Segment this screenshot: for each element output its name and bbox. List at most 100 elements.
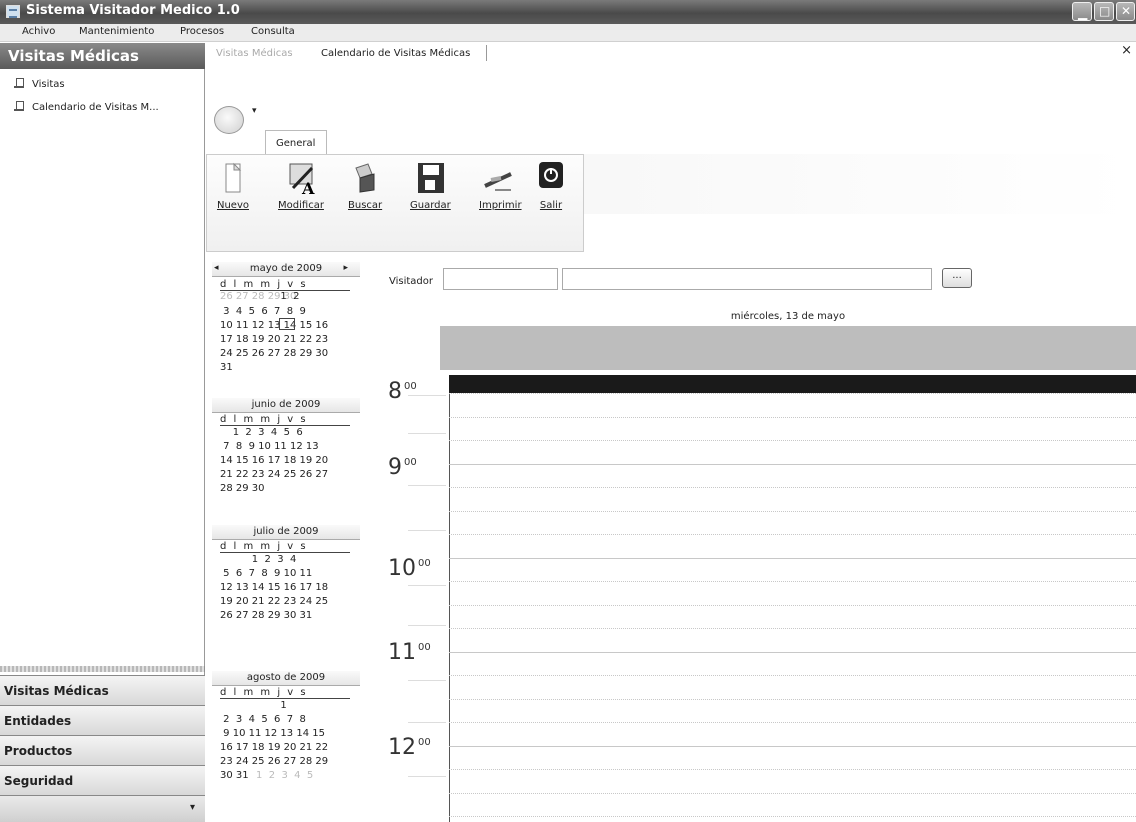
calendar-week[interactable]: 7 8 9 10 11 12 13 bbox=[220, 441, 318, 452]
chevron-left-icon[interactable]: ◂ bbox=[214, 263, 219, 273]
month-header: julio de 2009 bbox=[212, 525, 360, 540]
time-slot-line bbox=[449, 769, 1136, 770]
document-icon bbox=[14, 77, 26, 89]
calendar-week[interactable]: 1 2 3 4 5 6 bbox=[220, 427, 303, 438]
time-gutter-line bbox=[408, 485, 446, 486]
section-seguridad[interactable]: Seguridad bbox=[0, 765, 205, 795]
visitador-name-input[interactable] bbox=[562, 268, 932, 290]
calendar-week[interactable]: 1 2 3 4 bbox=[220, 554, 297, 565]
calendar-week[interactable]: 17 18 19 20 21 22 23 bbox=[220, 334, 328, 345]
search-icon bbox=[348, 160, 382, 196]
calendar-week[interactable]: 26 27 28 29 30 31 bbox=[220, 610, 312, 621]
calendar-week[interactable]: 28 29 30 bbox=[220, 483, 265, 494]
svg-text:A: A bbox=[301, 179, 315, 196]
time-slot-line bbox=[449, 464, 1136, 465]
edit-icon: A bbox=[284, 160, 318, 198]
calendar-week[interactable]: 19 20 21 22 23 24 25 bbox=[220, 596, 328, 607]
calendar-week[interactable]: 16 17 18 19 20 21 22 bbox=[220, 742, 328, 753]
modificar-button[interactable]: A Modificar bbox=[276, 160, 326, 211]
weekday-header: d l m m j v s bbox=[220, 687, 350, 699]
calendar-week[interactable]: 24 25 26 27 28 29 30 bbox=[220, 348, 328, 359]
calendar-week[interactable]: 30 31 bbox=[220, 770, 249, 781]
guardar-button[interactable]: Guardar bbox=[410, 160, 451, 211]
menu-procesos[interactable]: Procesos bbox=[180, 26, 224, 37]
quick-access-dropdown-icon[interactable]: ▾ bbox=[252, 106, 257, 116]
time-gutter-line bbox=[408, 433, 446, 434]
close-button[interactable]: ✕ bbox=[1116, 2, 1135, 21]
ribbon-tab-general[interactable]: General bbox=[265, 130, 327, 155]
menu-mantenimiento[interactable]: Mantenimiento bbox=[79, 26, 154, 37]
time-slot-line bbox=[449, 816, 1136, 817]
tab-calendario[interactable]: Calendario de Visitas Médicas bbox=[321, 48, 470, 59]
time-gutter-line bbox=[408, 680, 446, 681]
time-slot-line bbox=[449, 722, 1136, 723]
calendar-week[interactable]: 1 bbox=[220, 700, 286, 711]
hour-label: 8 00 bbox=[388, 379, 417, 404]
document-icon bbox=[14, 100, 26, 112]
navigation-pane: Visitas Médicas Visitas Calendario de Vi… bbox=[0, 43, 205, 822]
calendar-week[interactable]: 1 2 bbox=[220, 291, 299, 302]
save-icon bbox=[413, 160, 447, 196]
tab-visitas-medicas[interactable]: Visitas Médicas bbox=[216, 48, 293, 59]
calendar-week[interactable]: 14 15 16 17 18 19 20 bbox=[220, 455, 328, 466]
menu-consulta[interactable]: Consulta bbox=[251, 26, 295, 37]
time-slot-line bbox=[449, 605, 1136, 606]
time-slot-line bbox=[449, 581, 1136, 582]
hour-label: 12 00 bbox=[388, 735, 431, 760]
time-gutter-line bbox=[408, 530, 446, 531]
calendar-week[interactable]: 10 11 12 13 14 15 16 bbox=[220, 320, 328, 331]
menu-bar: Achivo Mantenimiento Procesos Consulta bbox=[0, 24, 1136, 42]
chevron-right-icon[interactable]: ▸ bbox=[343, 263, 348, 273]
month-header: agosto de 2009 bbox=[212, 671, 360, 686]
salir-button[interactable]: Salir bbox=[534, 160, 568, 211]
calendar-week[interactable]: 31 bbox=[220, 362, 233, 373]
calendar-week[interactable]: 5 6 7 8 9 10 11 bbox=[220, 568, 312, 579]
nav-item-calendario[interactable]: Calendario de Visitas M... bbox=[14, 100, 159, 113]
app-icon bbox=[6, 5, 20, 18]
calendar-week[interactable]: 21 22 23 24 25 26 27 bbox=[220, 469, 328, 480]
all-day-area[interactable] bbox=[440, 326, 1136, 370]
time-slot-line bbox=[449, 440, 1136, 441]
selected-slot[interactable] bbox=[449, 375, 1136, 393]
calendar-week[interactable]: 9 10 11 12 13 14 15 bbox=[220, 728, 325, 739]
hour-label: 10 00 bbox=[388, 556, 431, 581]
month-header: ◂ mayo de 2009 ▸ bbox=[212, 262, 360, 277]
minimize-button[interactable]: ▁ bbox=[1072, 2, 1092, 21]
calendar-week[interactable]: 2 3 4 5 6 7 8 bbox=[220, 714, 306, 725]
calendar-week[interactable]: 12 13 14 15 16 17 18 bbox=[220, 582, 328, 593]
day-header: miércoles, 13 de mayo bbox=[730, 311, 846, 322]
app-menu-button[interactable] bbox=[214, 106, 244, 134]
section-productos[interactable]: Productos bbox=[0, 735, 205, 765]
calendar-week[interactable]: 23 24 25 26 27 28 29 bbox=[220, 756, 328, 767]
section-overflow[interactable]: ▾ bbox=[0, 795, 205, 822]
title-bar: Sistema Visitador Medico 1.0 ▁ □ ✕ bbox=[0, 0, 1136, 24]
day-grid[interactable] bbox=[449, 393, 1136, 822]
calendar-week: 1 2 3 4 5 bbox=[256, 770, 314, 781]
nav-item-visitas[interactable]: Visitas bbox=[14, 77, 65, 90]
close-tab-icon[interactable]: × bbox=[1121, 43, 1132, 58]
time-gutter-line bbox=[408, 722, 446, 723]
time-gutter-line bbox=[408, 585, 446, 586]
weekday-header: d l m m j v s bbox=[220, 414, 350, 426]
all-day-gutter bbox=[382, 326, 440, 370]
calendar-week[interactable]: 3 4 5 6 7 8 9 bbox=[220, 306, 306, 317]
pane-splitter[interactable] bbox=[0, 666, 205, 672]
section-entidades[interactable]: Entidades bbox=[0, 705, 205, 735]
nuevo-button[interactable]: Nuevo bbox=[216, 160, 250, 211]
print-icon bbox=[481, 160, 515, 196]
chevron-down-icon[interactable]: ▾ bbox=[190, 802, 195, 813]
ribbon-panel bbox=[206, 154, 584, 252]
time-slot-line bbox=[449, 652, 1136, 653]
weekday-header: d l m m j v s bbox=[220, 541, 350, 553]
menu-archivo[interactable]: Achivo bbox=[22, 26, 55, 37]
section-visitas-medicas[interactable]: Visitas Médicas bbox=[0, 675, 205, 705]
time-gutter-line bbox=[408, 395, 446, 396]
buscar-button[interactable]: Buscar bbox=[348, 160, 382, 211]
visitador-code-input[interactable] bbox=[443, 268, 558, 290]
document-tabs: Visitas Médicas Calendario de Visitas Mé… bbox=[205, 43, 1136, 98]
imprimir-button[interactable]: Imprimir bbox=[479, 160, 522, 211]
visitador-search-button[interactable]: ... bbox=[942, 268, 972, 288]
maximize-button[interactable]: □ bbox=[1094, 2, 1114, 21]
visitador-label: Visitador bbox=[389, 276, 434, 287]
time-slot-line bbox=[449, 487, 1136, 488]
